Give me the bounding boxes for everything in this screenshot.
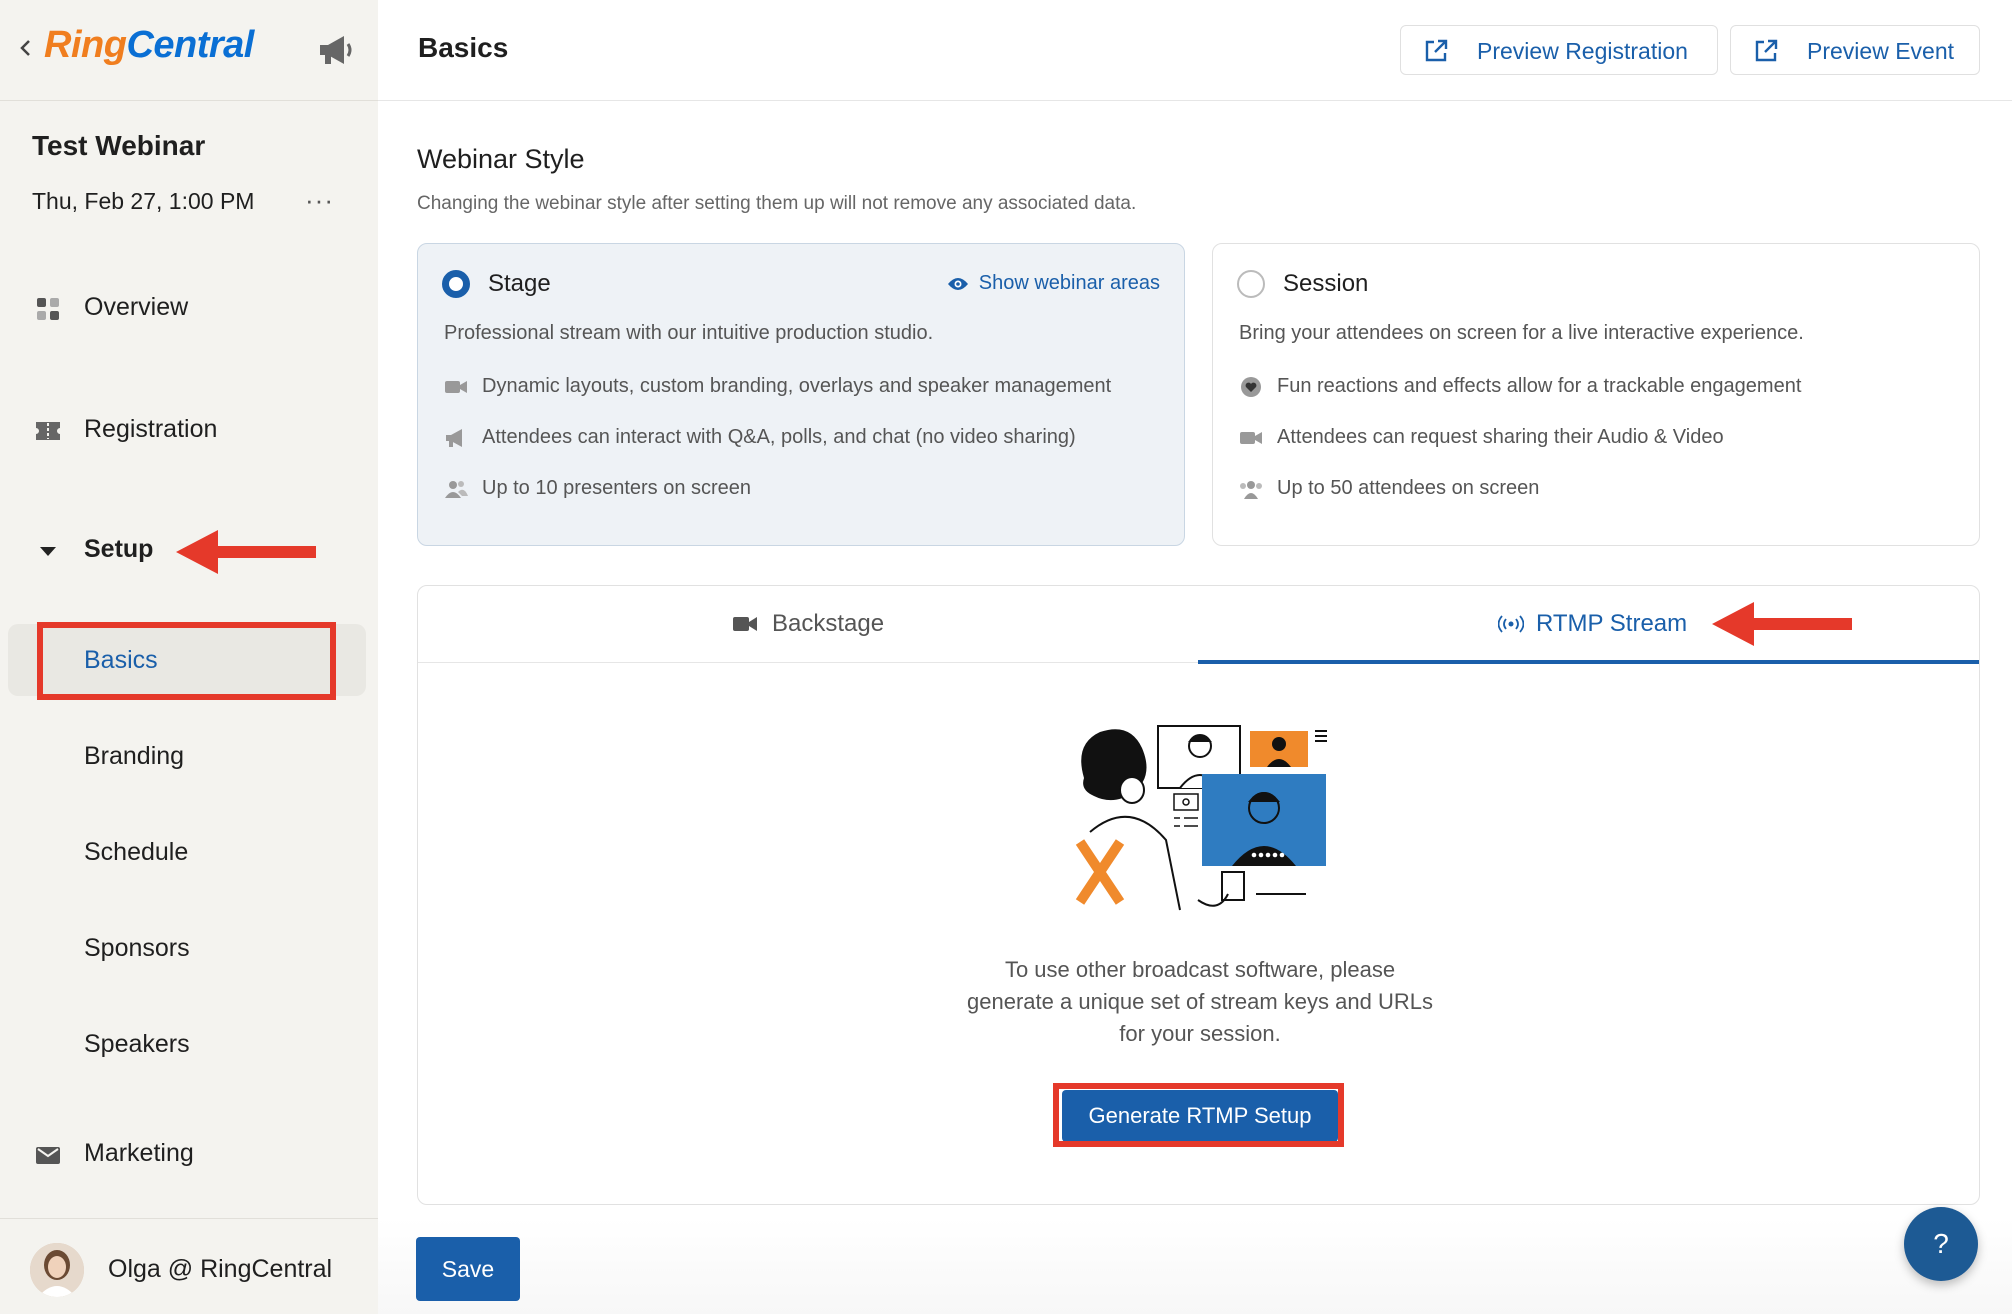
nav-setup-speakers[interactable]: Speakers — [8, 1008, 366, 1080]
main-header: Basics Preview Registration Preview Even… — [378, 0, 2012, 101]
ticket-icon — [36, 422, 60, 440]
preview-event-button[interactable]: Preview Event — [1730, 25, 1980, 75]
rtmp-illustration — [1075, 725, 1327, 911]
heart-reaction-icon — [1241, 377, 1261, 397]
external-link-icon — [1425, 39, 1448, 62]
nav-setup-schedule[interactable]: Schedule — [8, 816, 366, 888]
group-icon — [1240, 481, 1262, 499]
nav-setup[interactable]: Setup — [0, 520, 378, 580]
nav-setup-branding[interactable]: Branding — [8, 720, 366, 792]
rtmp-instructions: To use other broadcast software, please … — [967, 957, 1433, 1046]
avatar-image — [30, 1243, 84, 1297]
event-title: Test Webinar — [32, 130, 206, 161]
preview-event-label: Preview Event — [1807, 38, 1955, 64]
webinar-style-title: Webinar Style — [417, 144, 585, 174]
stage-radio[interactable] — [442, 270, 470, 298]
nav-branding-label: Branding — [84, 742, 185, 770]
show-webinar-areas-label: Show webinar areas — [978, 272, 1160, 294]
page-title: Basics — [418, 32, 509, 63]
eye-icon — [947, 278, 968, 290]
nav-registration-label: Registration — [84, 415, 218, 443]
nav-setup-label: Setup — [84, 535, 154, 563]
megaphone-icon — [446, 429, 462, 447]
tab-rtmp-stream[interactable]: RTMP Stream — [1198, 586, 1978, 664]
nav-marketing[interactable]: Marketing — [0, 1124, 378, 1184]
nav-setup-sponsors[interactable]: Sponsors — [8, 912, 366, 984]
nav-speakers-label: Speakers — [84, 1030, 190, 1058]
session-title: Session — [1283, 270, 1369, 297]
help-button[interactable]: ? — [1904, 1207, 1978, 1281]
megaphone-icon[interactable] — [316, 32, 356, 68]
avatar — [30, 1243, 84, 1297]
footer-bar — [378, 1218, 2012, 1314]
external-link-icon — [1755, 39, 1778, 62]
broadcast-icon — [1498, 615, 1524, 633]
stage-option-card[interactable]: Stage Show webinar areas Professional st… — [417, 243, 1185, 546]
event-date: Thu, Feb 27, 1:00 PM — [32, 188, 255, 214]
sidebar: RingCentral Test Webinar Thu, Feb 27, 1:… — [0, 0, 378, 1314]
nav-basics-label: Basics — [84, 646, 158, 674]
video-camera-icon — [733, 617, 757, 631]
nav-overview-label: Overview — [84, 293, 189, 321]
user-name: Olga @ RingCentral — [108, 1255, 333, 1283]
preview-registration-label: Preview Registration — [1477, 38, 1688, 64]
generate-rtmp-setup-button[interactable]: Generate RTMP Setup — [1062, 1090, 1338, 1142]
tab-backstage-label: Backstage — [772, 610, 885, 637]
nav-marketing-label: Marketing — [84, 1139, 194, 1167]
grid-icon — [37, 298, 59, 320]
video-camera-icon — [1240, 432, 1262, 444]
session-description: Bring your attendees on screen for a liv… — [1239, 322, 1804, 344]
active-tab-indicator — [1198, 660, 1979, 664]
nav-schedule-label: Schedule — [84, 838, 189, 866]
nav-setup-basics[interactable]: Basics — [8, 624, 366, 696]
people-icon — [445, 481, 468, 498]
nav-sponsors-label: Sponsors — [84, 934, 190, 962]
user-menu[interactable]: Olga @ RingCentral — [0, 1218, 378, 1315]
stage-description: Professional stream with our intuitive p… — [444, 322, 934, 344]
nav-registration[interactable]: Registration — [0, 400, 378, 460]
caret-down-icon — [40, 547, 56, 556]
more-options-icon[interactable]: ··· — [305, 185, 334, 216]
show-webinar-areas-link[interactable]: Show webinar areas — [947, 272, 1160, 295]
preview-registration-button[interactable]: Preview Registration — [1400, 25, 1718, 75]
session-option-card[interactable]: Session Bring your attendees on screen f… — [1212, 243, 1980, 546]
back-chevron-icon[interactable] — [18, 36, 34, 60]
tab-rtmp-stream-label: RTMP Stream — [1536, 610, 1688, 637]
video-camera-icon — [445, 381, 467, 393]
ringcentral-logo[interactable]: RingCentral — [44, 24, 254, 67]
session-radio[interactable] — [1237, 270, 1265, 298]
mail-icon — [36, 1147, 60, 1164]
webinar-style-subtitle: Changing the webinar style after setting… — [417, 193, 1137, 214]
nav-overview[interactable]: Overview — [0, 278, 378, 338]
stage-title: Stage — [488, 270, 551, 297]
save-button[interactable]: Save — [416, 1237, 520, 1301]
tab-backstage[interactable]: Backstage — [418, 586, 1198, 664]
sidebar-header: RingCentral — [0, 0, 378, 101]
